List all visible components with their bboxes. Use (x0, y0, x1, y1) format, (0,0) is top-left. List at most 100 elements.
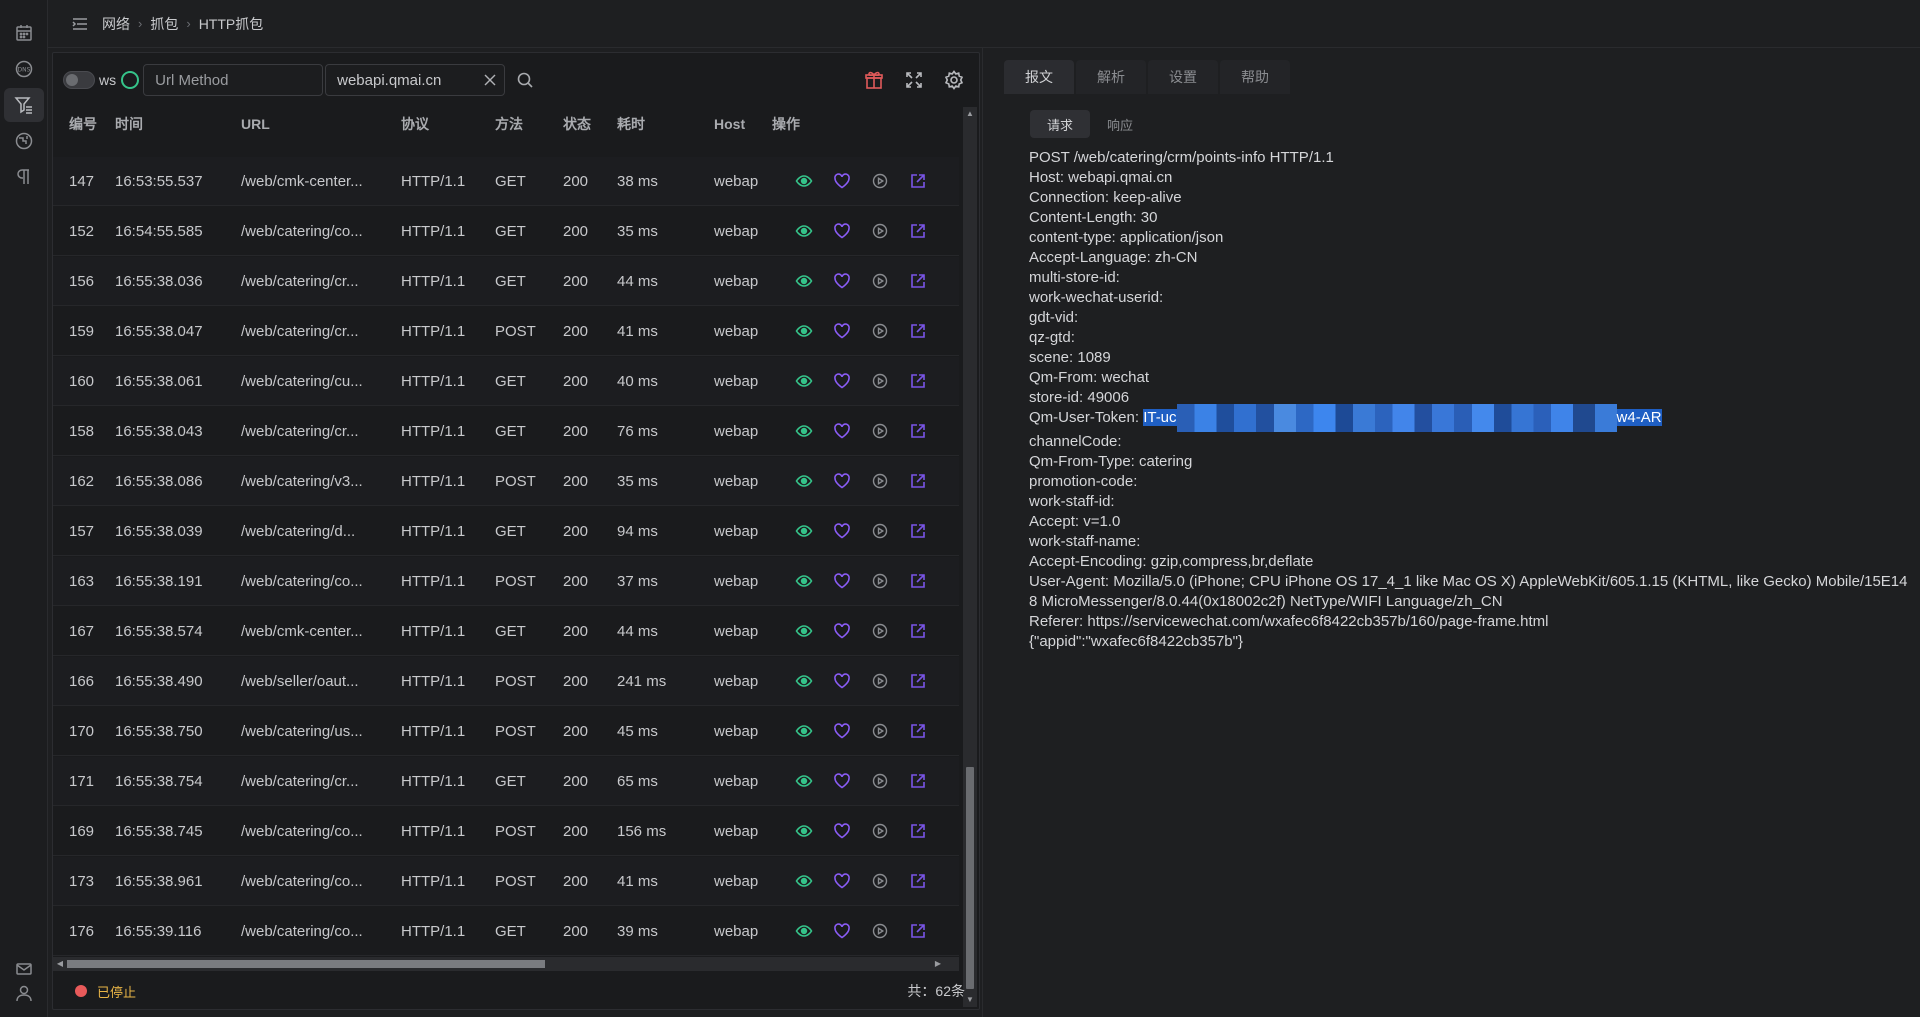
play-icon[interactable] (870, 471, 890, 491)
heart-icon[interactable] (832, 371, 852, 391)
eye-icon[interactable] (794, 671, 814, 691)
tab-help[interactable]: 帮助 (1220, 60, 1290, 94)
eye-icon[interactable] (794, 371, 814, 391)
heart-icon[interactable] (832, 471, 852, 491)
eye-icon[interactable] (794, 921, 814, 941)
play-icon[interactable] (870, 221, 890, 241)
table-row[interactable]: 157 16:55:38.039/web/catering/d... HTTP/1.… (53, 507, 959, 556)
table-row[interactable]: 173 16:55:38.961/web/catering/co... HTTP/1… (53, 857, 959, 906)
scroll-left-icon[interactable]: ◀ (55, 959, 65, 969)
table-row[interactable]: 152 16:54:55.585/web/catering/co... HTTP/1… (53, 207, 959, 256)
share-icon[interactable] (908, 421, 928, 441)
calendar-icon[interactable] (4, 16, 44, 50)
table-row[interactable]: 160 16:55:38.061/web/catering/cu... HTTP/1… (53, 357, 959, 406)
table-row[interactable]: 158 16:55:38.043/web/catering/cr... HTTP/1… (53, 407, 959, 456)
play-icon[interactable] (870, 921, 890, 941)
share-icon[interactable] (908, 571, 928, 591)
tab-parse[interactable]: 解析 (1076, 60, 1146, 94)
heart-icon[interactable] (832, 621, 852, 641)
vertical-scroll-thumb[interactable] (966, 767, 974, 989)
eye-icon[interactable] (794, 221, 814, 241)
table-row[interactable]: 176 16:55:39.116/web/catering/co... HTTP/1… (53, 907, 959, 956)
eye-icon[interactable] (794, 521, 814, 541)
sub-tab-response[interactable]: 响应 (1090, 110, 1150, 138)
play-icon[interactable] (870, 621, 890, 641)
heart-icon[interactable] (832, 171, 852, 191)
table-row[interactable]: 147 16:53:55.537/web/cmk-center... HTTP/1.… (53, 157, 959, 206)
panel-divider[interactable] (982, 48, 983, 1017)
eye-icon[interactable] (794, 621, 814, 641)
dns-icon[interactable]: DNS (4, 52, 44, 86)
heart-icon[interactable] (832, 421, 852, 441)
play-icon[interactable] (870, 821, 890, 841)
eye-icon[interactable] (794, 471, 814, 491)
table-row[interactable]: 166 16:55:38.490/web/seller/oaut... HTTP/1… (53, 657, 959, 706)
share-icon[interactable] (908, 871, 928, 891)
heart-icon[interactable] (832, 521, 852, 541)
tab-settings[interactable]: 设置 (1148, 60, 1218, 94)
play-icon[interactable] (870, 671, 890, 691)
share-icon[interactable] (908, 721, 928, 741)
table-row[interactable]: 171 16:55:38.754/web/catering/cr... HTTP/1… (53, 757, 959, 806)
raw-request-text[interactable]: POST /web/catering/crm/points-info HTTP/… (1029, 148, 1909, 652)
pilcrow-icon[interactable] (4, 160, 44, 194)
heart-icon[interactable] (832, 221, 852, 241)
share-icon[interactable] (908, 321, 928, 341)
share-icon[interactable] (908, 471, 928, 491)
heart-icon[interactable] (832, 271, 852, 291)
ws-toggle[interactable] (63, 71, 95, 89)
col-header-id[interactable]: 编号 (53, 114, 113, 134)
share-icon[interactable] (908, 821, 928, 841)
col-header-time[interactable]: 时间 (113, 114, 241, 134)
table-row[interactable]: 162 16:55:38.086/web/catering/v3... HTTP/1… (53, 457, 959, 506)
heart-icon[interactable] (832, 871, 852, 891)
network-icon[interactable] (4, 124, 44, 158)
share-icon[interactable] (908, 271, 928, 291)
breadcrumb-capture[interactable]: 抓包 (150, 14, 178, 34)
eye-icon[interactable] (794, 571, 814, 591)
heart-icon[interactable] (832, 771, 852, 791)
play-icon[interactable] (870, 271, 890, 291)
play-icon[interactable] (870, 371, 890, 391)
play-icon[interactable] (870, 421, 890, 441)
share-icon[interactable] (908, 921, 928, 941)
col-header-method[interactable]: 方法 (495, 114, 563, 134)
eye-icon[interactable] (794, 721, 814, 741)
heart-icon[interactable] (832, 721, 852, 741)
eye-icon[interactable] (794, 871, 814, 891)
scroll-right-icon[interactable]: ▶ (933, 959, 943, 969)
scroll-up-icon[interactable]: ▲ (965, 109, 975, 119)
user-icon[interactable] (4, 976, 44, 1010)
eye-icon[interactable] (794, 321, 814, 341)
eye-icon[interactable] (794, 821, 814, 841)
table-row[interactable]: 163 16:55:38.191/web/catering/co... HTTP/1… (53, 557, 959, 606)
search-icon[interactable] (515, 70, 535, 90)
heart-icon[interactable] (832, 321, 852, 341)
host-filter-input[interactable] (325, 64, 506, 96)
gear-icon[interactable] (943, 69, 965, 91)
play-icon[interactable] (870, 571, 890, 591)
share-icon[interactable] (908, 221, 928, 241)
table-row[interactable]: 170 16:55:38.750/web/catering/us... HTTP/1… (53, 707, 959, 756)
eye-icon[interactable] (794, 271, 814, 291)
table-row[interactable]: 167 16:55:38.574/web/cmk-center... HTTP/1.… (53, 607, 959, 656)
col-header-status[interactable]: 状态 (563, 114, 617, 134)
filter-icon[interactable] (4, 88, 44, 122)
col-header-host[interactable]: Host (714, 116, 772, 132)
col-header-cost[interactable]: 耗时 (617, 114, 714, 134)
share-icon[interactable] (908, 621, 928, 641)
play-icon[interactable] (870, 171, 890, 191)
share-icon[interactable] (908, 671, 928, 691)
table-row[interactable]: 169 16:55:38.745/web/catering/co... HTTP/1… (53, 807, 959, 856)
horizontal-scrollbar[interactable]: ◀ ▶ (53, 957, 959, 971)
play-icon[interactable] (870, 321, 890, 341)
clear-icon[interactable] (481, 71, 499, 89)
heart-icon[interactable] (832, 571, 852, 591)
eye-icon[interactable] (794, 421, 814, 441)
share-icon[interactable] (908, 171, 928, 191)
url-method-filter-input[interactable] (143, 64, 324, 96)
sub-tab-request[interactable]: 请求 (1030, 110, 1090, 138)
play-icon[interactable] (870, 721, 890, 741)
play-icon[interactable] (870, 771, 890, 791)
menu-icon[interactable] (70, 14, 90, 34)
